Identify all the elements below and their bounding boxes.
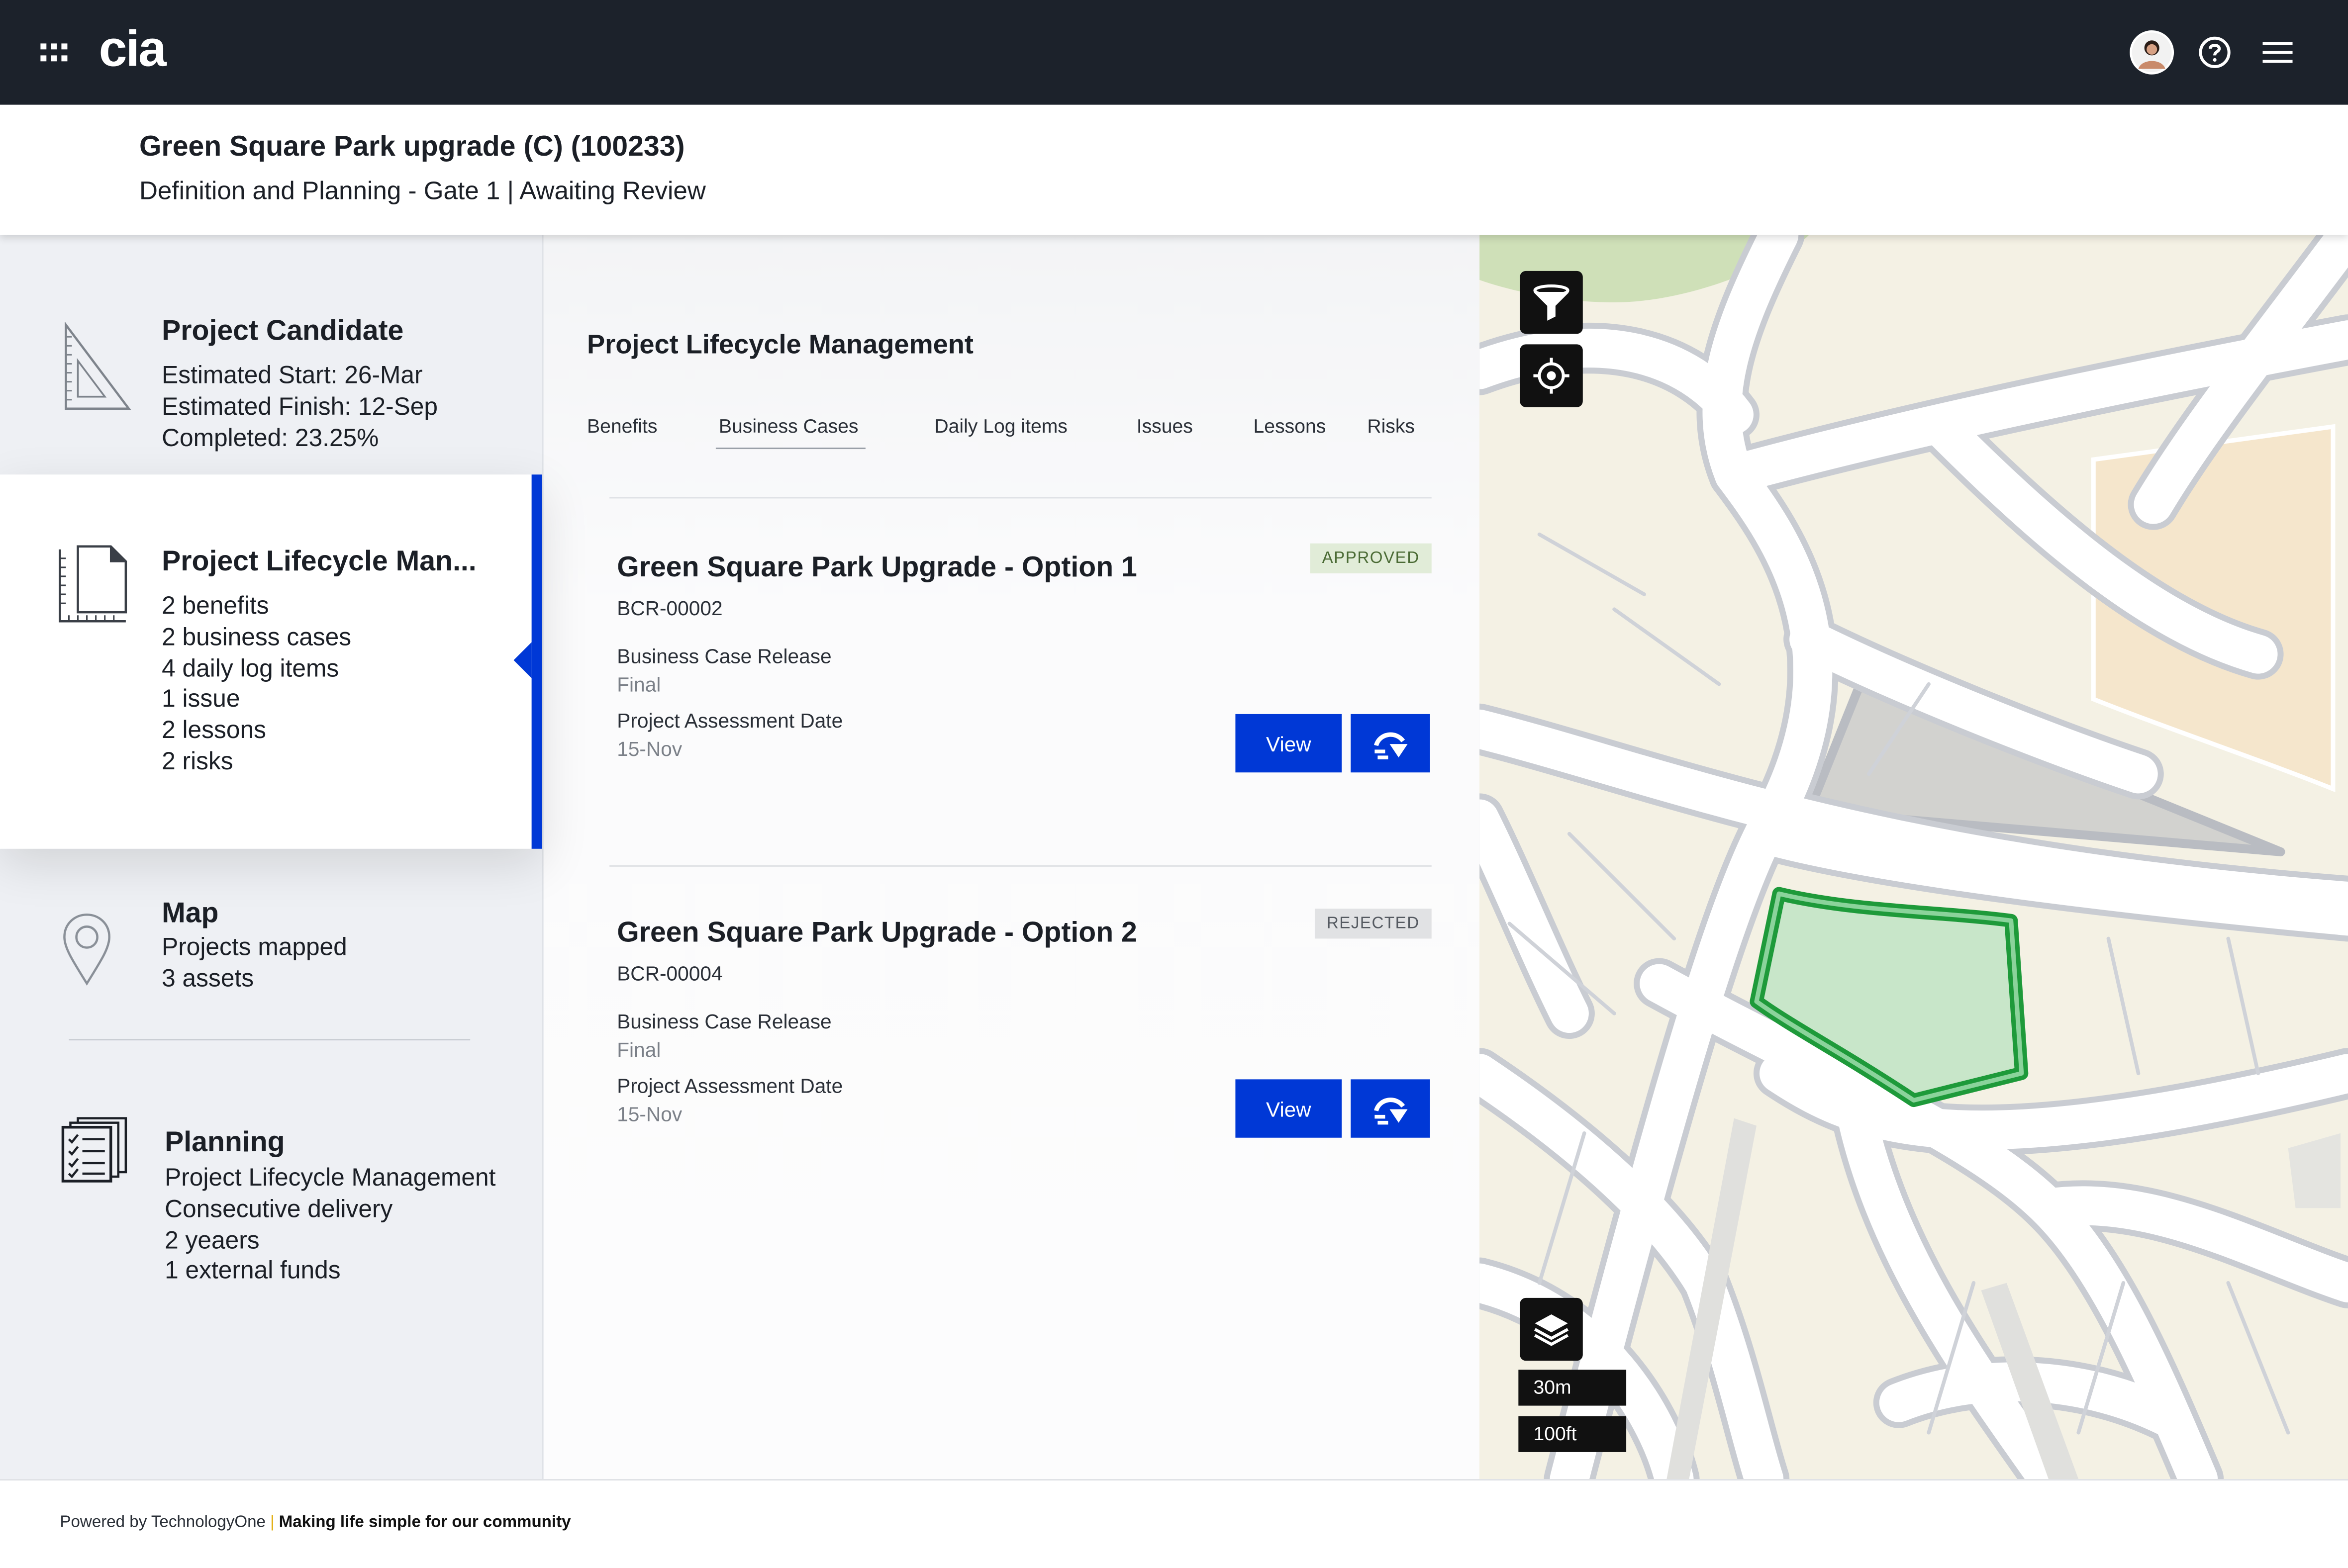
business-cases-count: 2 business cases xyxy=(162,624,352,651)
duration: 2 yeaers xyxy=(165,1227,260,1254)
view-button[interactable]: View xyxy=(1235,714,1342,773)
progress-button[interactable] xyxy=(1351,714,1430,773)
status-badge: APPROVED xyxy=(1310,543,1432,573)
release-label: Business Case Release xyxy=(617,645,832,668)
release-value: Final xyxy=(617,1039,661,1062)
release-label: Business Case Release xyxy=(617,1010,832,1033)
map-pin-icon xyxy=(63,913,111,986)
estimated-start: Estimated Start: 26-Mar xyxy=(162,362,423,389)
business-case-title: Green Square Park Upgrade - Option 2 xyxy=(617,918,1137,949)
project-header: Green Square Park upgrade (C) (100233) D… xyxy=(0,104,2348,235)
assessment-date-label: Project Assessment Date xyxy=(617,1075,843,1098)
help-icon[interactable] xyxy=(2189,27,2240,78)
tab-benefits[interactable]: Benefits xyxy=(587,415,657,437)
business-case-card: Green Square Park Upgrade - Option 1 APP… xyxy=(617,543,1432,852)
release-value: Final xyxy=(617,673,661,696)
business-case-id: BCR-00004 xyxy=(617,962,723,985)
project-stage: Definition and Planning - Gate 1 | Await… xyxy=(139,177,706,205)
sidebar-item-map[interactable]: Map Projects mapped 3 assets xyxy=(0,849,542,1040)
tab-issues[interactable]: Issues xyxy=(1137,415,1193,437)
status-badge: REJECTED xyxy=(1314,909,1432,939)
assessment-date-label: Project Assessment Date xyxy=(617,709,843,732)
divider xyxy=(609,865,1432,867)
progress-button[interactable] xyxy=(1351,1079,1430,1138)
document-ruler-icon xyxy=(59,545,127,623)
divider xyxy=(609,497,1432,499)
footer: Powered by TechnologyOne | Making life sim… xyxy=(0,1479,2348,1568)
tab-business-cases[interactable]: Business Cases xyxy=(715,415,866,450)
delivery-type: Consecutive delivery xyxy=(165,1196,393,1223)
issues-count: 1 issue xyxy=(162,686,240,714)
tab-lessons[interactable]: Lessons xyxy=(1254,415,1326,437)
advance-arrow-icon xyxy=(1373,1097,1407,1124)
top-bar: cia xyxy=(0,0,2348,105)
footer-text: Powered by TechnologyOne | Making life sim… xyxy=(60,1513,571,1532)
locate-icon xyxy=(1533,358,1569,394)
sidebar-item-project-lifecycle[interactable]: Project Lifecycle Man... 2 benefits 2 bu… xyxy=(0,474,542,849)
active-indicator xyxy=(531,474,542,849)
advance-arrow-icon xyxy=(1373,732,1407,759)
sidebar-item-planning[interactable]: Planning Project Lifecycle Management Co… xyxy=(0,1043,542,1298)
sidebar-item-title: Project Candidate xyxy=(162,316,404,348)
tab-daily-log-items[interactable]: Daily Log items xyxy=(934,415,1068,437)
map-canvas xyxy=(1479,235,2348,1479)
apps-grid-icon[interactable] xyxy=(40,43,68,62)
user-avatar[interactable] xyxy=(2126,27,2177,78)
locate-button[interactable] xyxy=(1520,344,1583,407)
tagline: Making life simple for our community xyxy=(279,1513,571,1532)
sidebar-item-project-candidate[interactable]: Project Candidate Estimated Start: 26-Ma… xyxy=(0,235,542,475)
business-case-card: Green Square Park Upgrade - Option 2 REJ… xyxy=(617,909,1432,1217)
assets-count: 3 assets xyxy=(162,965,254,993)
divider xyxy=(69,1039,471,1041)
scale-imperial: 100ft xyxy=(1518,1416,1627,1452)
panel-title: Project Lifecycle Management xyxy=(587,329,974,360)
tab-risks[interactable]: Risks xyxy=(1367,415,1415,437)
projects-mapped: Projects mapped xyxy=(162,934,347,961)
map-view[interactable]: 30m 100ft xyxy=(1479,235,2348,1479)
estimated-finish: Estimated Finish: 12-Sep xyxy=(162,393,438,421)
layers-icon xyxy=(1534,1314,1569,1346)
active-notch xyxy=(513,642,532,678)
scale-metric: 30m xyxy=(1518,1370,1627,1406)
business-case-title: Green Square Park Upgrade - Option 1 xyxy=(617,552,1137,584)
external-funds: 1 external funds xyxy=(165,1258,341,1285)
business-case-id: BCR-00002 xyxy=(617,597,723,620)
sidebar-item-title: Planning xyxy=(165,1127,285,1159)
app-logo[interactable]: cia xyxy=(99,21,167,81)
filter-button[interactable] xyxy=(1520,271,1583,334)
powered-by: Powered by TechnologyOne xyxy=(60,1513,266,1532)
view-button[interactable]: View xyxy=(1235,1079,1342,1138)
checklist-icon xyxy=(61,1117,127,1183)
benefits-count: 2 benefits xyxy=(162,593,269,620)
project-title: Green Square Park upgrade (C) (100233) xyxy=(139,131,685,164)
completed-percent: Completed: 23.25% xyxy=(162,424,379,452)
sidebar-item-title: Project Lifecycle Man... xyxy=(162,546,477,578)
set-square-icon xyxy=(65,322,131,410)
risks-count: 2 risks xyxy=(162,748,233,776)
sidebar: Project Candidate Estimated Start: 26-Ma… xyxy=(0,235,544,1479)
daily-log-count: 4 daily log items xyxy=(162,655,339,682)
filter-icon xyxy=(1533,284,1569,321)
sidebar-item-title: Map xyxy=(162,898,219,930)
assessment-date-value: 15-Nov xyxy=(617,1103,683,1126)
main-panel: Project Lifecycle Management Benefits Bu… xyxy=(543,235,1480,1479)
assessment-date-value: 15-Nov xyxy=(617,738,683,761)
lessons-count: 2 lessons xyxy=(162,717,266,744)
layers-button[interactable] xyxy=(1520,1297,1583,1361)
menu-icon[interactable] xyxy=(2252,27,2303,78)
planning-module: Project Lifecycle Management xyxy=(165,1164,496,1192)
